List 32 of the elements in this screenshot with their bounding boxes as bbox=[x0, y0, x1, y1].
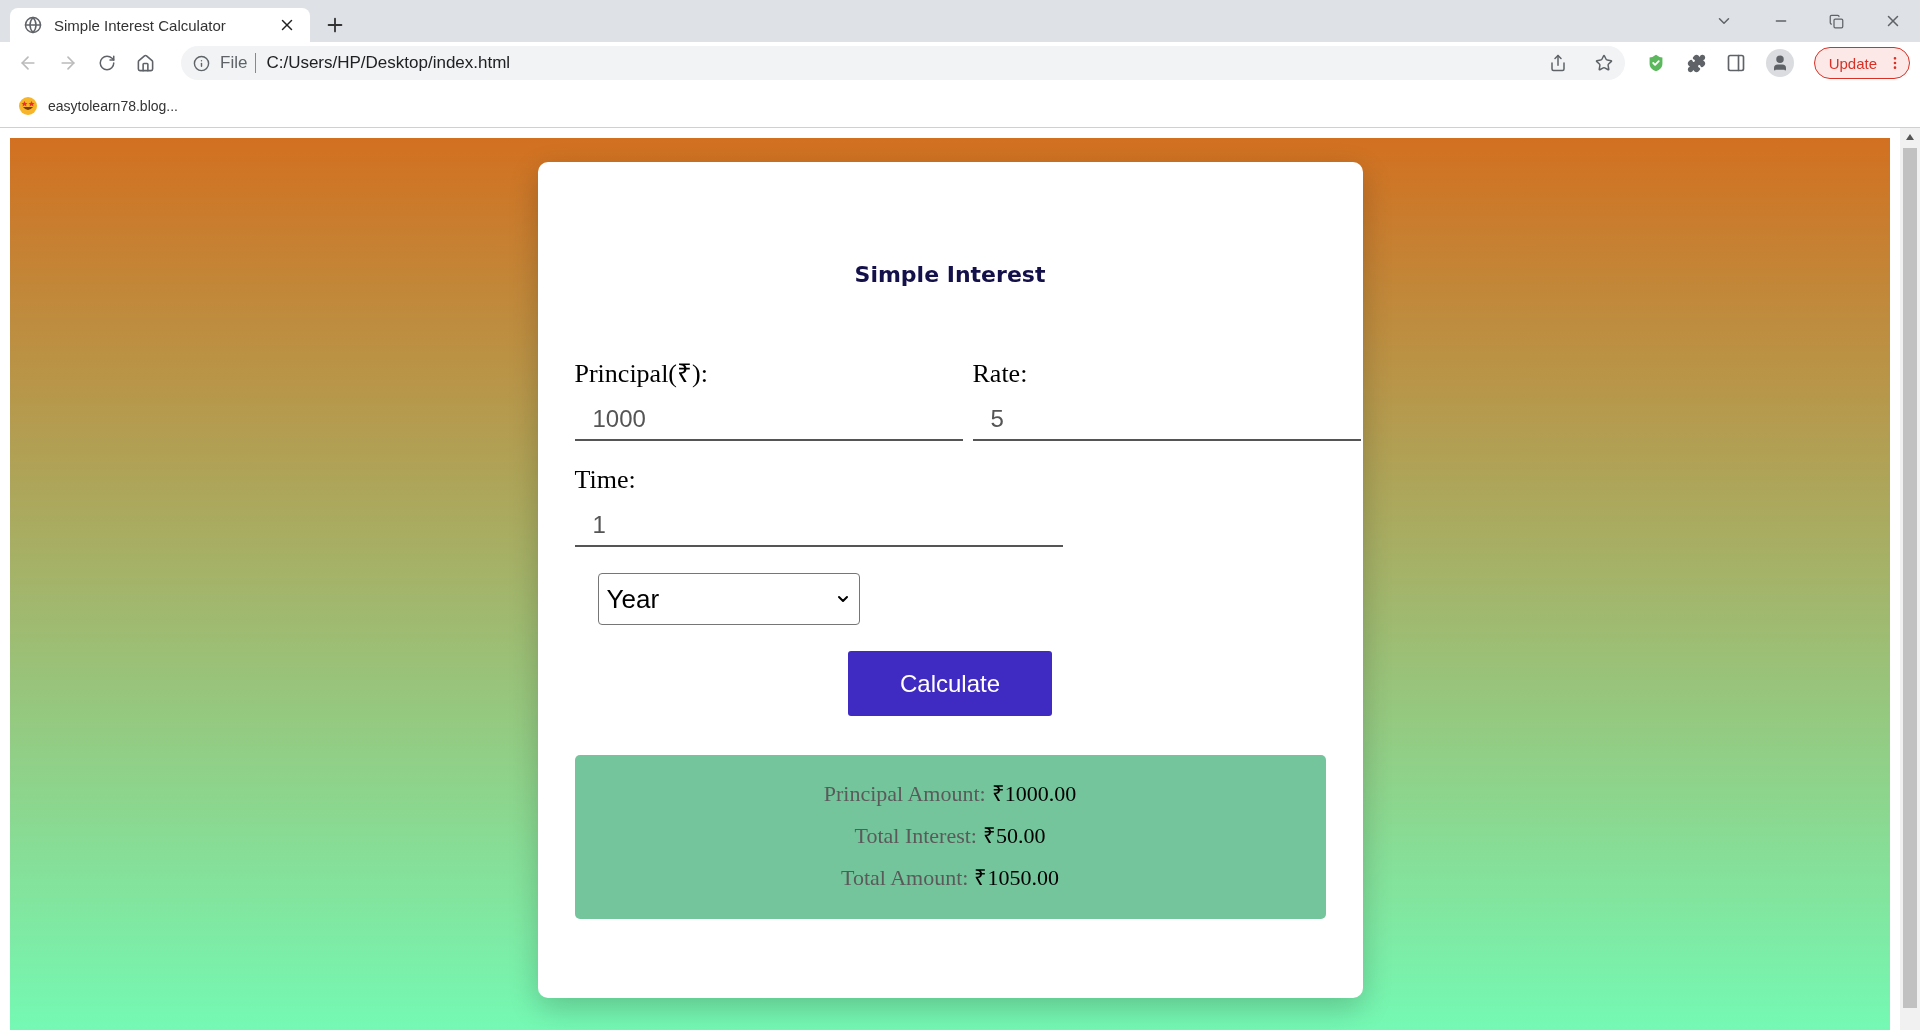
side-panel-icon[interactable] bbox=[1725, 53, 1746, 73]
star-icon[interactable] bbox=[1594, 54, 1613, 72]
field-label: Rate: bbox=[972, 359, 1029, 389]
update-button[interactable]: Update bbox=[1813, 47, 1910, 79]
result-value: ₹1050.00 bbox=[974, 864, 1059, 891]
scrollbar[interactable] bbox=[1900, 128, 1920, 1030]
smiley-icon bbox=[18, 95, 38, 116]
browser-tab[interactable]: Simple Interest Calculator bbox=[10, 8, 310, 42]
result-label: Total Amount: bbox=[841, 865, 969, 891]
profile-icon[interactable] bbox=[1765, 49, 1794, 77]
url-text: C:/Users/HP/Desktop/index.html bbox=[266, 53, 512, 73]
restore-icon[interactable] bbox=[1829, 13, 1844, 29]
card-title: Simple Interest bbox=[853, 262, 1047, 287]
unit-dropdown[interactable]: Year bbox=[597, 573, 860, 625]
field-label: Principal(₹): bbox=[574, 359, 709, 389]
tab-title: Simple Interest Calculator bbox=[54, 16, 227, 34]
scroll-up-icon[interactable] bbox=[1906, 134, 1914, 140]
field-label: Time: bbox=[574, 465, 637, 495]
result-label: Total Interest: bbox=[854, 823, 977, 849]
result-value: ₹50.00 bbox=[983, 822, 1046, 849]
reload-icon[interactable] bbox=[98, 54, 116, 72]
address-bar[interactable]: File C:/Users/HP/Desktop/index.html bbox=[181, 46, 1625, 80]
result-label: Principal Amount: bbox=[823, 781, 986, 807]
home-icon[interactable] bbox=[136, 53, 155, 73]
scheme-label: File bbox=[220, 53, 257, 73]
share-icon[interactable] bbox=[1548, 54, 1567, 72]
globe-icon bbox=[24, 16, 42, 34]
result-value: ₹1000.00 bbox=[991, 780, 1077, 807]
calculate-button[interactable]: Calculate bbox=[848, 651, 1052, 716]
puzzle-icon[interactable] bbox=[1686, 53, 1706, 73]
bookmark-link[interactable]: easytolearn78.blog... bbox=[48, 97, 178, 114]
info-icon bbox=[193, 54, 210, 72]
